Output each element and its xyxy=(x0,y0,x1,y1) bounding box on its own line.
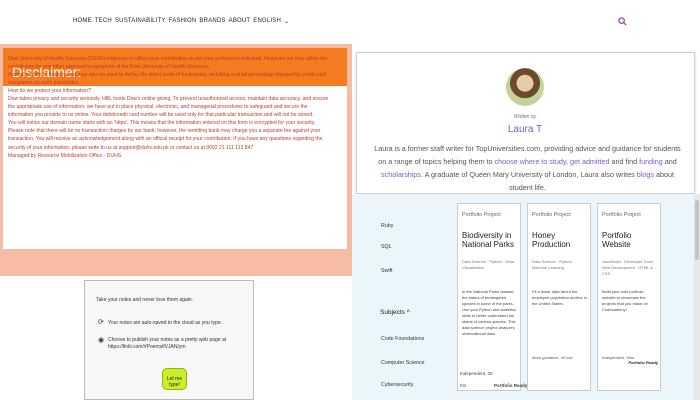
nav-item-english[interactable]: ENGLISH xyxy=(253,18,281,25)
disclaimer-line: contribution for any other approved prog… xyxy=(8,64,210,71)
card-tag: Portfolio Project xyxy=(462,212,501,218)
publish-bullet-icon: ◉ xyxy=(98,337,105,344)
card-description: Fit a linear data about the employee pop… xyxy=(532,289,587,306)
disclaimer-line: Dow University of Health Sciences (DUHS)… xyxy=(8,56,328,62)
get-admitted-link[interactable]: get admitted xyxy=(570,157,610,166)
filter-ruby[interactable]: Ruby xyxy=(381,223,393,229)
disclaimer-line: Dow takes privacy and security seriously… xyxy=(8,96,329,103)
card-meta: JavaScript · Developer Tools · Web Devel… xyxy=(602,259,656,276)
card-title[interactable]: Honey Production xyxy=(532,231,588,249)
card-tag: Portfolio Project xyxy=(602,212,641,218)
disclaimer-text: Dow University of Health Sciences (DUHS)… xyxy=(8,55,348,160)
bio-text: and xyxy=(664,157,677,166)
disclaimer-line: A small portion of funds raised may also… xyxy=(8,72,326,79)
disclaimer-line: You will notice our domain name starts w… xyxy=(8,120,316,127)
portfolio-ready-badge: Portfolio Ready xyxy=(628,360,658,365)
subject-computer-science[interactable]: Computer Science xyxy=(381,360,425,366)
nav-item-tech[interactable]: TECH xyxy=(95,18,112,25)
bio-text: . A graduate of Queen Mary University of… xyxy=(421,170,614,179)
disclaimer-line: information you provide to us online. Yo… xyxy=(8,112,314,119)
notes-publish-url[interactable]: https://llnkl.com/#PoemsifVJAN/ym xyxy=(108,344,186,351)
subjects-toggle[interactable]: Subjects ^ xyxy=(380,309,410,316)
nav-item-brands[interactable]: BRANDS xyxy=(199,18,225,25)
card-footer: More guidance, 40 min xyxy=(532,355,588,360)
disclaimer-line: the appropriate use of information, we h… xyxy=(8,104,308,111)
author-bio: Laura is a former staff writer for TopUn… xyxy=(370,142,685,194)
card-tag: Portfolio Project xyxy=(532,212,571,218)
disclaimer-line: security of your information, please wri… xyxy=(8,144,254,151)
notes-intro: Take your notes and never lose them agai… xyxy=(96,297,194,303)
let-me-type-button[interactable]: Let me type! xyxy=(162,368,187,390)
notes-publish-text: Choose to publish your notes as a pretty… xyxy=(108,337,227,343)
card-title[interactable]: Biodiversity in National Parks xyxy=(462,231,518,249)
subject-cybersecurity[interactable]: Cybersecurity xyxy=(381,382,413,388)
disclaimer-line: Managed by Resource Mobilization Office … xyxy=(8,152,122,159)
choose-where-to-study-link[interactable]: choose where to study xyxy=(495,157,566,166)
nav-item-about[interactable]: ABOUT xyxy=(229,18,251,25)
card-meta: Data Science · Python · Machine Learning xyxy=(532,259,575,270)
card-description: Build your own portfolio website to show… xyxy=(602,289,648,312)
nav-item-sustainability[interactable]: SUSTAINABILITY xyxy=(115,18,166,25)
notes-autosave-text: Your notes are auto-saved to the cloud a… xyxy=(108,320,223,326)
portfolio-ready-badge: Portfolio Ready xyxy=(494,383,528,388)
author-name[interactable]: Laura T xyxy=(480,124,570,135)
card-duration: More guidance, 40 min xyxy=(532,355,573,360)
chevron-down-icon[interactable]: ⌄ xyxy=(284,18,289,25)
card-footer: Independent, 5hrs Portfolio Ready xyxy=(602,355,658,365)
project-card[interactable]: Portfolio Project Honey Production Data … xyxy=(527,203,591,391)
card-description: In the National Parks dataset, the statu… xyxy=(462,289,516,336)
card-duration: hrs xyxy=(460,383,467,388)
author-avatar xyxy=(506,68,544,106)
nav-item-fashion[interactable]: FASHION xyxy=(169,18,197,25)
bio-text: writes xyxy=(615,170,635,179)
nav-menu: HOME TECH SUSTAINABILITY FASHION BRANDS … xyxy=(73,18,289,25)
top-nav: HOME TECH SUSTAINABILITY FASHION BRANDS … xyxy=(0,0,700,44)
bio-text: Laura is a former staff writer for TopUn… xyxy=(374,144,652,153)
project-card[interactable]: Portfolio Project Portfolio Website Java… xyxy=(597,203,661,391)
scrollbar-thumb[interactable] xyxy=(695,200,699,260)
bio-text: and xyxy=(611,157,624,166)
cloud-bullet-icon: ⟳ xyxy=(98,319,104,326)
project-card[interactable]: Portfolio Project Biodiversity in Nation… xyxy=(457,203,521,391)
card-title[interactable]: Portfolio Website xyxy=(602,231,658,249)
bio-text: find xyxy=(625,157,638,166)
disclaimer-line: transaction. You will receive an acknowl… xyxy=(8,136,323,143)
disclaimer-line: Please note that there will be no transa… xyxy=(8,128,321,135)
funding-link[interactable]: funding xyxy=(639,157,663,166)
card-duration: Independent, 5hrs xyxy=(602,355,635,360)
filter-sql[interactable]: SQL xyxy=(381,244,392,250)
bio-text: , xyxy=(565,157,568,166)
page: HOME TECH SUSTAINABILITY FASHION BRANDS … xyxy=(0,0,700,400)
nav-item-home[interactable]: HOME xyxy=(73,18,92,25)
written-by-label: Written by xyxy=(513,114,537,120)
card-duration: Independent, 30 xyxy=(460,371,493,376)
card-meta: Data Science · Python · Data Visualizati… xyxy=(462,259,514,270)
disclaimer-line: companies on each transaction. xyxy=(8,80,80,87)
subject-code-foundations[interactable]: Code Foundations xyxy=(381,336,424,342)
search-icon[interactable] xyxy=(618,17,627,26)
filter-swift[interactable]: Swift xyxy=(381,268,392,274)
blogs-link[interactable]: blogs xyxy=(637,170,654,179)
disclaimer-line: How do we protect your information? xyxy=(8,88,91,95)
scholarships-link[interactable]: scholarships xyxy=(381,170,421,179)
